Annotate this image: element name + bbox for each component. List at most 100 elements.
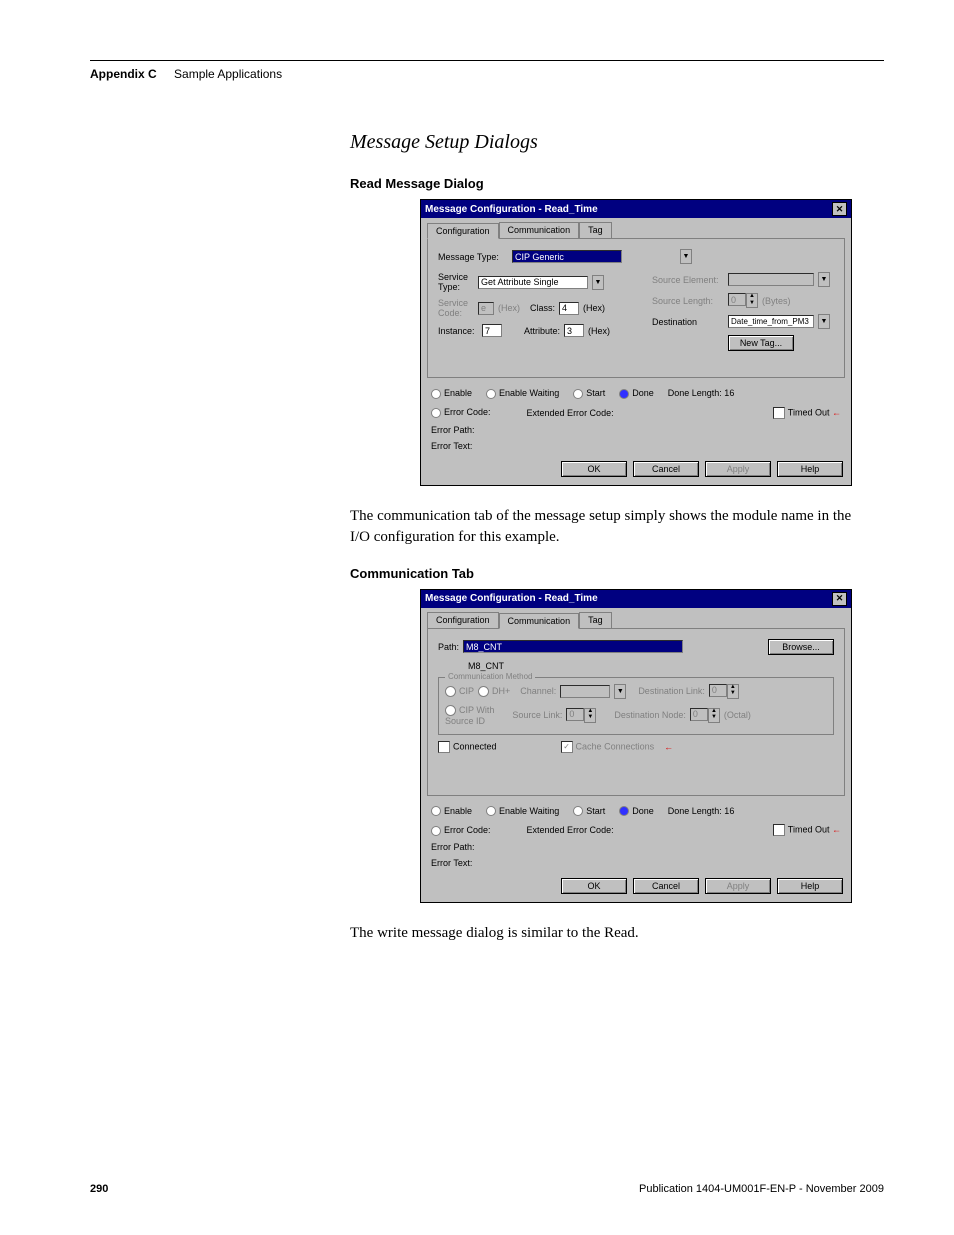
- class-label: Class:: [530, 303, 555, 313]
- dialog-communication-tab: Message Configuration - Read_Time ✕ Conf…: [420, 589, 852, 904]
- cip-with-radio: CIP With Source ID: [445, 705, 494, 726]
- tab-tag[interactable]: Tag: [579, 222, 612, 238]
- error-path-label: Error Path:: [431, 425, 841, 435]
- done-length-label: Done Length: 16: [668, 388, 735, 398]
- cip-radio: CIP: [445, 686, 474, 697]
- help-button[interactable]: Help: [777, 461, 843, 477]
- hex-label: (Hex): [588, 326, 610, 336]
- extended-error-label: Extended Error Code:: [527, 825, 614, 835]
- dialog-read-message: Message Configuration - Read_Time ✕ Conf…: [420, 199, 852, 486]
- sub-heading-read: Read Message Dialog: [350, 176, 884, 191]
- message-type-field[interactable]: CIP Generic: [512, 250, 622, 263]
- chevron-down-icon: ▼: [614, 684, 626, 699]
- error-path-label: Error Path:: [431, 842, 841, 852]
- attribute-label: Attribute:: [524, 326, 560, 336]
- bytes-label: (Bytes): [762, 296, 791, 306]
- header-section: Appendix C: [90, 67, 157, 81]
- tab-communication[interactable]: Communication: [499, 222, 580, 238]
- path-sub-label: M8_CNT: [468, 661, 504, 671]
- timed-out-check: Timed Out ←: [773, 824, 841, 836]
- attribute-field[interactable]: 3: [564, 324, 584, 337]
- tab-configuration[interactable]: Configuration: [427, 223, 499, 239]
- paragraph-comm-tab: The communication tab of the message set…: [350, 506, 864, 548]
- enable-waiting-status: Enable Waiting: [486, 388, 559, 399]
- service-code-field: e: [478, 302, 494, 315]
- service-type-label: Service Type:: [438, 272, 474, 292]
- help-button[interactable]: Help: [777, 878, 843, 894]
- apply-button: Apply: [705, 461, 771, 477]
- source-link-label: Source Link:: [512, 710, 562, 720]
- source-length-spin: 0▲▼: [728, 293, 758, 308]
- instance-field[interactable]: 7: [482, 324, 502, 337]
- arrow-icon: ←: [832, 407, 841, 417]
- arrow-icon: ←: [664, 742, 673, 752]
- path-label: Path:: [438, 642, 459, 652]
- dest-node-label: Destination Node:: [614, 710, 686, 720]
- service-type-field[interactable]: Get Attribute Single: [478, 276, 588, 289]
- cancel-button[interactable]: Cancel: [633, 878, 699, 894]
- ok-button[interactable]: OK: [561, 461, 627, 477]
- page-header: Appendix C Sample Applications: [90, 67, 884, 81]
- chevron-down-icon[interactable]: ▼: [818, 314, 830, 329]
- page-number: 290: [90, 1183, 108, 1195]
- dh-radio: DH+: [478, 686, 510, 697]
- timed-out-check: Timed Out ←: [773, 407, 841, 419]
- cache-check: ✓Cache Connections: [561, 741, 655, 753]
- extended-error-label: Extended Error Code:: [527, 408, 614, 418]
- message-type-label: Message Type:: [438, 252, 508, 262]
- instance-label: Instance:: [438, 326, 478, 336]
- comm-method-label: Communication Method: [445, 672, 535, 681]
- new-tag-button[interactable]: New Tag...: [728, 335, 794, 351]
- close-icon[interactable]: ✕: [832, 202, 847, 216]
- cancel-button[interactable]: Cancel: [633, 461, 699, 477]
- start-status: Start: [573, 388, 605, 399]
- error-code-status: Error Code:: [431, 407, 491, 418]
- chevron-down-icon[interactable]: ▼: [592, 275, 604, 290]
- service-code-label: Service Code:: [438, 298, 474, 318]
- tab-communication[interactable]: Communication: [499, 613, 580, 629]
- hex-label: (Hex): [498, 303, 520, 313]
- enable-waiting-status: Enable Waiting: [486, 806, 559, 817]
- tab-configuration[interactable]: Configuration: [427, 612, 499, 628]
- done-length-label: Done Length: 16: [668, 806, 735, 816]
- channel-field: [560, 685, 610, 698]
- connected-check[interactable]: Connected: [438, 741, 497, 753]
- ok-button[interactable]: OK: [561, 878, 627, 894]
- class-field[interactable]: 4: [559, 302, 579, 315]
- done-status: Done: [619, 388, 654, 399]
- source-element-label: Source Element:: [652, 275, 724, 285]
- apply-button: Apply: [705, 878, 771, 894]
- section-title: Message Setup Dialogs: [350, 131, 884, 154]
- dest-link-spin: 0▲▼: [709, 684, 739, 699]
- done-status: Done: [619, 806, 654, 817]
- source-element-field: [728, 273, 814, 286]
- dialog-title: Message Configuration - Read_Time: [425, 204, 598, 215]
- destination-label: Destination: [652, 317, 724, 327]
- channel-label: Channel:: [520, 686, 556, 696]
- chevron-down-icon: ▼: [818, 272, 830, 287]
- publication-info: Publication 1404-UM001F-EN-P - November …: [639, 1183, 884, 1195]
- comm-method-group: Communication Method CIP DH+ Channel: ▼ …: [438, 677, 834, 735]
- sub-heading-comm: Communication Tab: [350, 566, 884, 581]
- octal-label: (Octal): [724, 710, 751, 720]
- dest-link-label: Destination Link:: [638, 686, 705, 696]
- error-text-label: Error Text:: [431, 441, 841, 451]
- chevron-down-icon[interactable]: ▼: [680, 249, 692, 264]
- hex-label: (Hex): [583, 303, 605, 313]
- dest-node-spin: 0▲▼: [690, 708, 720, 723]
- path-field[interactable]: M8_CNT: [463, 640, 683, 653]
- paragraph-write-msg: The write message dialog is similar to t…: [350, 923, 864, 944]
- header-title: Sample Applications: [174, 67, 282, 81]
- error-text-label: Error Text:: [431, 858, 841, 868]
- enable-status: Enable: [431, 388, 472, 399]
- tab-tag[interactable]: Tag: [579, 612, 612, 628]
- enable-status: Enable: [431, 806, 472, 817]
- close-icon[interactable]: ✕: [832, 592, 847, 606]
- dialog-title: Message Configuration - Read_Time: [425, 593, 598, 604]
- start-status: Start: [573, 806, 605, 817]
- destination-field[interactable]: Date_time_from_PM3: [728, 315, 814, 328]
- browse-button[interactable]: Browse...: [768, 639, 834, 655]
- arrow-icon: ←: [832, 825, 841, 835]
- source-length-label: Source Length:: [652, 296, 724, 306]
- source-link-spin: 0▲▼: [566, 708, 596, 723]
